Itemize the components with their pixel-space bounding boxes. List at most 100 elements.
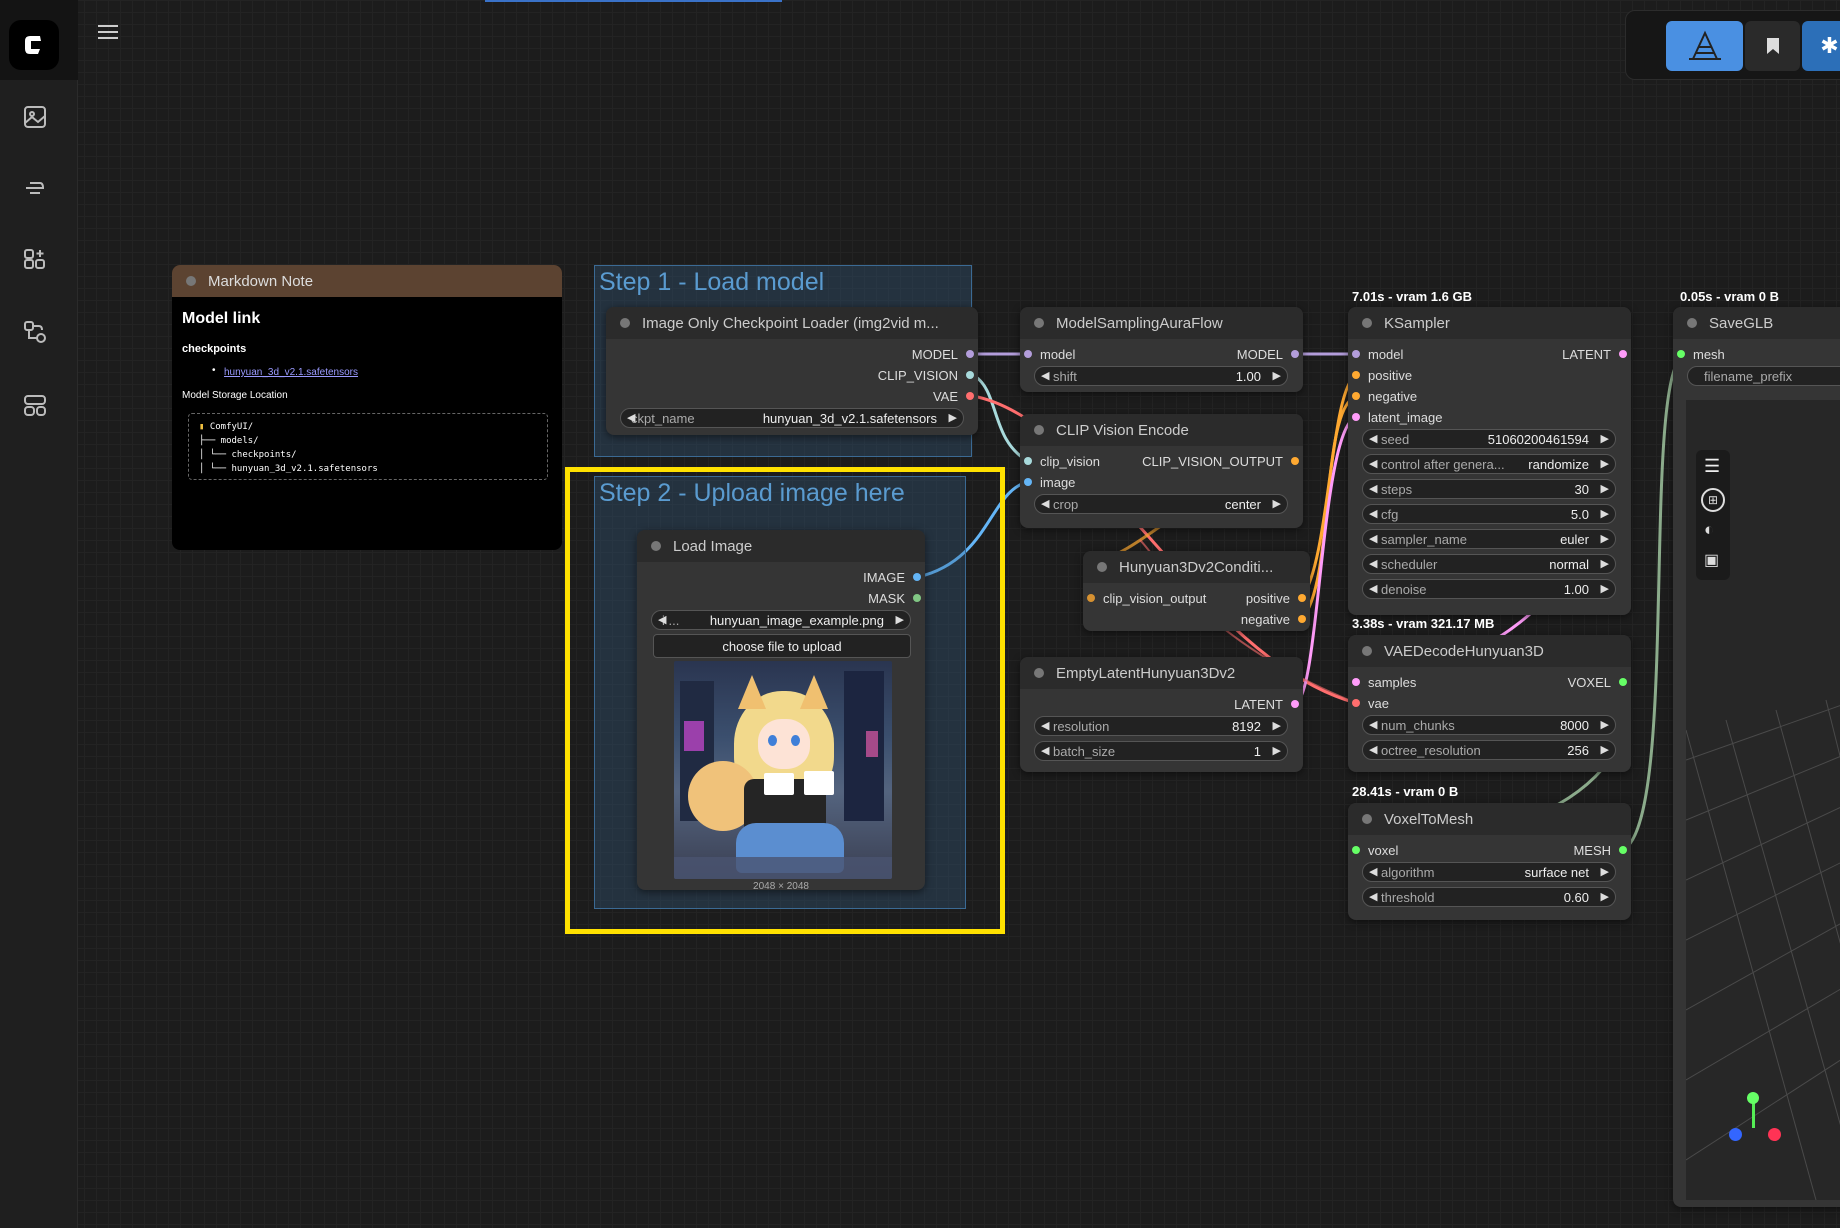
increment-arrow[interactable]: ▶ bbox=[1601, 482, 1609, 495]
node-library-icon[interactable] bbox=[19, 244, 51, 276]
node-header[interactable]: EmptyLatentHunyuan3Dv2 bbox=[1020, 657, 1303, 689]
decrement-arrow[interactable]: ◀ bbox=[1369, 532, 1377, 545]
increment-arrow[interactable]: ▶ bbox=[1601, 432, 1609, 445]
increment-arrow[interactable]: ▶ bbox=[949, 411, 957, 424]
node-header[interactable]: VoxelToMesh bbox=[1348, 803, 1631, 835]
node-header[interactable]: CLIP Vision Encode bbox=[1020, 414, 1303, 446]
input-negative-pin[interactable] bbox=[1352, 392, 1360, 400]
decrement-arrow[interactable]: ◀ bbox=[1369, 743, 1377, 756]
decrement-arrow[interactable]: ◀ bbox=[1369, 582, 1377, 595]
input-vae-pin[interactable] bbox=[1352, 699, 1360, 707]
markdown-note-header[interactable]: Markdown Note bbox=[172, 265, 562, 297]
output-negative-pin[interactable] bbox=[1298, 615, 1306, 623]
increment-arrow[interactable]: ▶ bbox=[1273, 369, 1281, 382]
decrement-arrow[interactable]: ◀ bbox=[1369, 557, 1377, 570]
load-image-node[interactable]: Load Image IMAGE MASK ◀ i ... hunyuan_im… bbox=[637, 530, 925, 892]
image-preview[interactable] bbox=[674, 661, 892, 879]
increment-arrow[interactable]: ▶ bbox=[1273, 719, 1281, 732]
output-clip-vision-output-pin[interactable] bbox=[1291, 457, 1299, 465]
increment-arrow[interactable]: ▶ bbox=[1601, 865, 1609, 878]
increment-arrow[interactable]: ▶ bbox=[1601, 507, 1609, 520]
resolution-number[interactable]: ◀ resolution 8192 ▶ bbox=[1034, 716, 1288, 736]
octree-resolution-number[interactable]: ◀ octree_resolution 256 ▶ bbox=[1362, 740, 1616, 760]
voxel-to-mesh-node[interactable]: VoxelToMesh voxel MESH ◀ algorithm surface… bbox=[1348, 803, 1631, 920]
node-header[interactable]: KSampler bbox=[1348, 307, 1631, 339]
output-latent-pin[interactable] bbox=[1291, 700, 1299, 708]
group-title[interactable]: Step 1 - Load model bbox=[599, 268, 824, 297]
hunyuan-conditioning-node[interactable]: Hunyuan3Dv2Conditi... clip_vision_output… bbox=[1083, 551, 1310, 631]
decrement-arrow[interactable]: ◀ bbox=[1041, 369, 1049, 382]
output-positive-pin[interactable] bbox=[1298, 594, 1306, 602]
node-header[interactable]: Image Only Checkpoint Loader (img2vid m.… bbox=[606, 307, 978, 339]
graph-canvas[interactable]: Markdown Note Model link checkpoints • h… bbox=[0, 0, 1840, 1228]
increment-arrow[interactable]: ▶ bbox=[1601, 582, 1609, 595]
denoise-number[interactable]: ◀ denoise 1.00 ▶ bbox=[1362, 579, 1616, 599]
node-header[interactable]: SaveGLB bbox=[1673, 307, 1840, 339]
markdown-note-node[interactable]: Markdown Note Model link checkpoints • h… bbox=[172, 265, 562, 550]
ckpt-name-combo[interactable]: ◀ ckpt_name hunyuan_3d_v2.1.safetensors … bbox=[620, 408, 964, 428]
decrement-arrow[interactable]: ◀ bbox=[1369, 718, 1377, 731]
comfy-logo-icon[interactable] bbox=[9, 20, 59, 70]
templates-icon[interactable] bbox=[19, 389, 51, 421]
input-model-pin[interactable] bbox=[1024, 350, 1032, 358]
output-clip-vision-pin[interactable] bbox=[966, 371, 974, 379]
model-sampling-node[interactable]: ModelSamplingAuraFlow model MODEL ◀ shif… bbox=[1020, 307, 1303, 392]
crop-combo[interactable]: ◀ crop center ▶ bbox=[1034, 494, 1288, 514]
num-chunks-number[interactable]: ◀ num_chunks 8000 ▶ bbox=[1362, 715, 1616, 735]
output-image-pin[interactable] bbox=[913, 573, 921, 581]
extensions-icon[interactable]: ✱ bbox=[1802, 21, 1840, 71]
ksampler-node[interactable]: KSampler model positive negative latent_… bbox=[1348, 307, 1631, 615]
output-voxel-pin[interactable] bbox=[1619, 678, 1627, 686]
increment-arrow[interactable]: ▶ bbox=[1601, 557, 1609, 570]
3d-preview-viewport[interactable]: ☰ ⊞ ◐ ▣ bbox=[1686, 400, 1840, 1200]
camera-icon[interactable]: ⊞ bbox=[1701, 488, 1725, 512]
filename-prefix-text[interactable]: filename_prefix bbox=[1687, 366, 1840, 386]
node-header[interactable]: Hunyuan3Dv2Conditi... bbox=[1083, 551, 1310, 583]
input-samples-pin[interactable] bbox=[1352, 678, 1360, 686]
increment-arrow[interactable]: ▶ bbox=[1601, 532, 1609, 545]
decrement-arrow[interactable]: ◀ bbox=[1369, 865, 1377, 878]
empty-latent-node[interactable]: EmptyLatentHunyuan3Dv2 LATENT ◀ resoluti… bbox=[1020, 657, 1303, 772]
control-after-generate-combo[interactable]: ◀ control after genera... randomize ▶ bbox=[1362, 454, 1616, 474]
increment-arrow[interactable]: ▶ bbox=[1601, 743, 1609, 756]
image-icon[interactable]: ▣ bbox=[1704, 550, 1719, 570]
bookmark-icon[interactable] bbox=[1745, 21, 1800, 71]
output-mesh-pin[interactable] bbox=[1619, 846, 1627, 854]
batch-size-number[interactable]: ◀ batch_size 1 ▶ bbox=[1034, 741, 1288, 761]
output-mask-pin[interactable] bbox=[913, 594, 921, 602]
decrement-arrow[interactable]: ◀ bbox=[1369, 890, 1377, 903]
model-library-icon[interactable] bbox=[19, 172, 51, 204]
threshold-number[interactable]: ◀ threshold 0.60 ▶ bbox=[1362, 887, 1616, 907]
shift-number[interactable]: ◀ shift 1.00 ▶ bbox=[1034, 366, 1288, 386]
decrement-arrow[interactable]: ◀ bbox=[1369, 482, 1377, 495]
output-model-pin[interactable] bbox=[1291, 350, 1299, 358]
hamburger-icon[interactable] bbox=[96, 22, 120, 42]
output-latent-pin[interactable] bbox=[1619, 350, 1627, 358]
increment-arrow[interactable]: ▶ bbox=[1273, 744, 1281, 757]
group-title[interactable]: Step 2 - Upload image here bbox=[599, 479, 905, 508]
decrement-arrow[interactable]: ◀ bbox=[1041, 497, 1049, 510]
input-clip-vision-pin[interactable] bbox=[1024, 457, 1032, 465]
decrement-arrow[interactable]: ◀ bbox=[627, 411, 635, 424]
output-vae-pin[interactable] bbox=[966, 392, 974, 400]
input-latent-image-pin[interactable] bbox=[1352, 413, 1360, 421]
input-mesh-pin[interactable] bbox=[1677, 350, 1685, 358]
3d-viewer-icon[interactable] bbox=[1666, 21, 1743, 71]
increment-arrow[interactable]: ▶ bbox=[1601, 718, 1609, 731]
increment-arrow[interactable]: ▶ bbox=[896, 613, 904, 626]
decrement-arrow[interactable]: ◀ bbox=[1369, 457, 1377, 470]
node-header[interactable]: Load Image bbox=[637, 530, 925, 562]
decrement-arrow[interactable]: ◀ bbox=[1041, 719, 1049, 732]
decrement-arrow[interactable]: ◀ bbox=[1369, 507, 1377, 520]
increment-arrow[interactable]: ▶ bbox=[1273, 497, 1281, 510]
images-icon[interactable] bbox=[19, 101, 51, 133]
palette-icon[interactable]: ◐ bbox=[1704, 520, 1714, 540]
menu-icon[interactable]: ☰ bbox=[1704, 456, 1720, 477]
input-clip-vision-output-pin[interactable] bbox=[1087, 594, 1095, 602]
image-combo[interactable]: ◀ i ... hunyuan_image_example.png ▶ bbox=[651, 610, 911, 630]
decrement-arrow[interactable]: ◀ bbox=[1369, 432, 1377, 445]
seed-number[interactable]: ◀ seed 51060200461594 ▶ bbox=[1362, 429, 1616, 449]
algorithm-combo[interactable]: ◀ algorithm surface net ▶ bbox=[1362, 862, 1616, 882]
sampler-name-combo[interactable]: ◀ sampler_name euler ▶ bbox=[1362, 529, 1616, 549]
scheduler-combo[interactable]: ◀ scheduler normal ▶ bbox=[1362, 554, 1616, 574]
